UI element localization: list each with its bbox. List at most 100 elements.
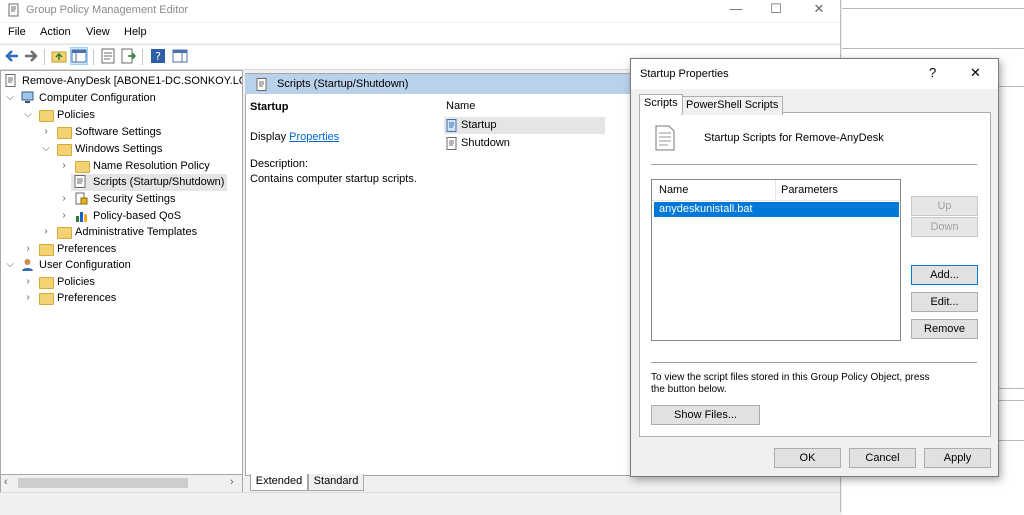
tree-root-label: Remove-AnyDesk [ABONE1-DC.SONKOY.LO: [22, 75, 243, 87]
toolbar-separator: [93, 49, 94, 65]
menu-help[interactable]: Help: [124, 26, 147, 38]
properties-icon[interactable]: [100, 48, 116, 64]
chevron-right-icon[interactable]: ›: [41, 124, 51, 140]
tree-windows-settings[interactable]: ⌵ Windows Settings: [41, 141, 231, 157]
scroll-right-icon[interactable]: ›: [230, 476, 234, 488]
tree-label: Software Settings: [75, 126, 162, 138]
scripts-list[interactable]: Name Parameters anydeskunistall.bat: [651, 179, 901, 341]
help-icon[interactable]: ?: [150, 48, 166, 64]
chevron-right-icon[interactable]: ›: [41, 224, 51, 240]
column-header-name[interactable]: Name: [446, 100, 475, 112]
chevron-down-icon[interactable]: ⌵: [41, 141, 51, 157]
script-row[interactable]: anydeskunistall.bat: [654, 202, 899, 217]
ok-button[interactable]: OK: [774, 448, 841, 468]
chevron-right-icon[interactable]: ›: [59, 158, 69, 174]
export-list-icon[interactable]: [120, 48, 136, 64]
info-text-line-2: the button below.: [651, 384, 727, 395]
tab-standard[interactable]: Standard: [308, 474, 364, 491]
chevron-right-icon[interactable]: ›: [23, 241, 33, 257]
list-item-shutdown[interactable]: Shutdown: [444, 135, 605, 152]
tab-powershell-scripts[interactable]: PowerShell Scripts: [681, 96, 784, 115]
remove-button[interactable]: Remove: [911, 319, 978, 339]
close-button[interactable]: ✕: [799, 0, 839, 20]
description-text: Contains computer startup scripts.: [250, 173, 417, 185]
script-icon: [74, 175, 86, 188]
tree-preferences[interactable]: › Preferences: [23, 241, 233, 257]
tree-security-settings[interactable]: › Security Settings: [59, 191, 234, 207]
show-hide-tree-icon[interactable]: [70, 47, 88, 65]
list-item-label: Shutdown: [461, 137, 510, 149]
toolbar-separator: [44, 49, 45, 65]
tree-name-resolution-policy[interactable]: › Name Resolution Policy: [59, 158, 234, 174]
tree-label: Preferences: [57, 243, 117, 255]
back-arrow-icon[interactable]: [4, 48, 20, 64]
chevron-down-icon[interactable]: ⌵: [5, 90, 15, 106]
title-bar: Group Policy Management Editor — ☐ ✕: [0, 0, 840, 22]
column-parameters[interactable]: Parameters: [781, 184, 838, 196]
tree-administrative-templates[interactable]: › Administrative Templates: [41, 224, 231, 240]
status-bar: [0, 492, 840, 513]
show-files-button[interactable]: Show Files...: [651, 405, 760, 425]
description-label: Description:: [250, 158, 309, 170]
chevron-right-icon[interactable]: ›: [23, 290, 33, 306]
tree-label: Computer Configuration: [39, 92, 156, 104]
minimize-button[interactable]: —: [716, 0, 756, 20]
folder-icon: [57, 144, 72, 156]
user-icon: [22, 259, 33, 271]
up-button[interactable]: Up: [911, 196, 978, 216]
edit-button[interactable]: Edit...: [911, 292, 978, 312]
dialog-help-button[interactable]: ?: [929, 65, 936, 80]
menu-action[interactable]: Action: [40, 26, 71, 38]
folder-icon: [39, 244, 54, 256]
dialog-close-button[interactable]: ✕: [970, 65, 981, 81]
list-item-startup[interactable]: Startup: [444, 117, 605, 134]
background-divider: [997, 400, 1024, 401]
tree-computer-configuration[interactable]: ⌵ Computer Configuration: [5, 90, 235, 106]
chevron-right-icon[interactable]: ›: [59, 208, 69, 224]
tree-label: User Configuration: [39, 259, 131, 271]
cancel-button[interactable]: Cancel: [849, 448, 916, 468]
tree-user-preferences[interactable]: › Preferences: [23, 290, 233, 306]
tree-policies[interactable]: ⌵ Policies: [23, 107, 233, 123]
add-button[interactable]: Add...: [911, 265, 978, 285]
down-button[interactable]: Down: [911, 217, 978, 237]
tree-horizontal-scrollbar[interactable]: ‹ ›: [0, 474, 243, 493]
tree-label: Administrative Templates: [75, 226, 198, 238]
tree-label: Scripts (Startup/Shutdown): [93, 176, 225, 188]
tree-software-settings[interactable]: › Software Settings: [41, 124, 231, 140]
tree-scripts-selected[interactable]: Scripts (Startup/Shutdown): [71, 174, 227, 191]
console-tree: Remove-AnyDesk [ABONE1-DC.SONKOY.LO ⌵ Co…: [0, 70, 243, 476]
details-header-title: Scripts (Startup/Shutdown): [277, 78, 409, 90]
show-action-pane-icon[interactable]: [172, 48, 188, 64]
tab-extended[interactable]: Extended: [250, 474, 308, 491]
tree-policy-based-qos[interactable]: › Policy-based QoS: [59, 208, 234, 224]
up-folder-icon[interactable]: [51, 48, 67, 64]
background-divider: [842, 48, 1024, 49]
list-item-label: Startup: [461, 119, 497, 131]
chevron-down-icon[interactable]: ⌵: [5, 257, 15, 273]
scroll-left-icon[interactable]: ‹: [4, 476, 8, 488]
chevron-right-icon[interactable]: ›: [59, 191, 69, 207]
tree-label: Name Resolution Policy: [93, 160, 210, 172]
menu-file[interactable]: File: [8, 26, 26, 38]
background-divider: [997, 388, 1024, 389]
tab-scripts[interactable]: Scripts: [639, 94, 683, 114]
tree-label: Windows Settings: [75, 143, 163, 155]
folder-icon: [39, 293, 54, 305]
dialog-title: Startup Properties: [640, 68, 729, 80]
chevron-right-icon[interactable]: ›: [23, 274, 33, 290]
apply-button[interactable]: Apply: [924, 448, 991, 468]
column-divider[interactable]: [775, 180, 776, 200]
menu-view[interactable]: View: [86, 26, 110, 38]
scrollbar-thumb[interactable]: [18, 478, 188, 488]
chevron-down-icon[interactable]: ⌵: [23, 107, 33, 123]
forward-arrow-icon[interactable]: [23, 48, 39, 64]
maximize-button[interactable]: ☐: [756, 0, 796, 20]
properties-link[interactable]: Properties: [289, 131, 339, 143]
scripts-list-header: Name Parameters: [652, 180, 900, 201]
tree-user-configuration[interactable]: ⌵ User Configuration: [5, 257, 235, 273]
tree-user-policies[interactable]: › Policies: [23, 274, 233, 290]
tree-label: Policies: [57, 276, 95, 288]
column-name[interactable]: Name: [659, 184, 688, 196]
menu-bar: File Action View Help: [0, 23, 840, 43]
